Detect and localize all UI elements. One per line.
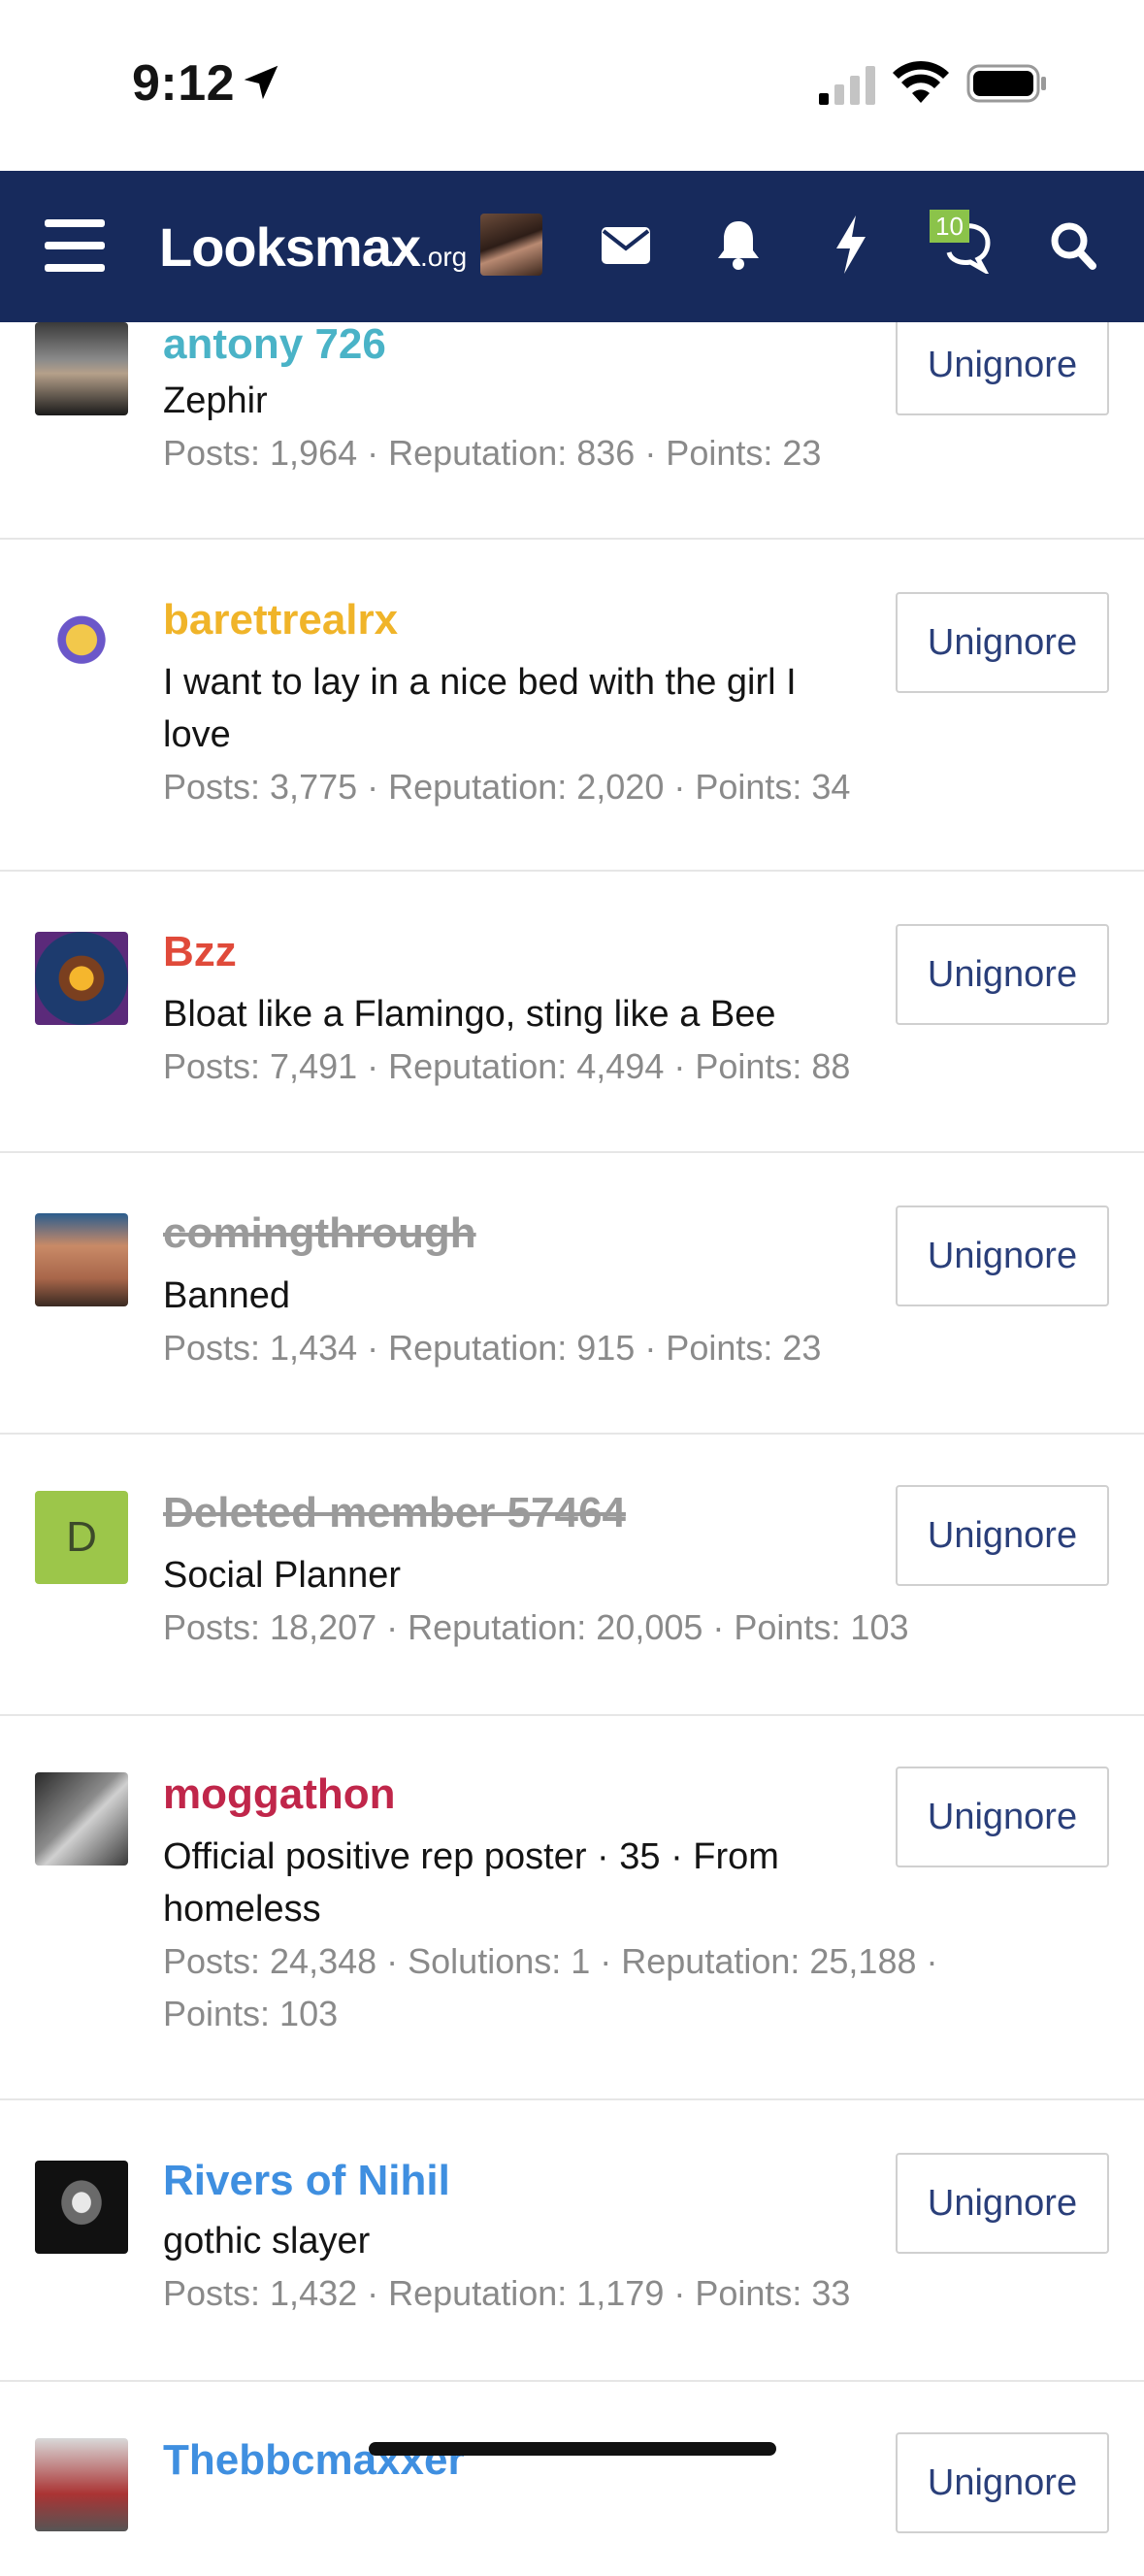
top-navigation-bar: Looksmax.org 10 [0,171,1144,322]
wifi-icon [893,60,949,103]
unignore-button[interactable]: Unignore [896,2432,1109,2533]
unignore-button[interactable]: Unignore [896,1485,1109,1586]
list-item: barettrealrx I want to lay in a nice bed… [0,540,1144,872]
user-title: Zephir [163,380,268,421]
user-stats: Posts: 1,964 · Reputation: 836 · Points:… [163,433,822,473]
user-title: Banned [163,1275,291,1316]
username-link[interactable]: Deleted member 57464 [163,1489,626,1537]
user-stats: Posts: 1,432 · Reputation: 1,179 · Point… [163,2273,851,2313]
user-stats: Posts: 7,491 · Reputation: 4,494 · Point… [163,1046,851,1086]
avatar[interactable] [35,598,128,691]
user-stats: Posts: 1,434 · Reputation: 915 · Points:… [163,1328,822,1368]
battery-icon [966,64,1046,103]
avatar[interactable] [35,2438,128,2531]
bolt-icon[interactable] [834,215,867,274]
bell-icon[interactable] [716,219,761,270]
user-stats: Posts: 24,348 · Solutions: 1 · Reputatio… [163,1941,938,2033]
avatar[interactable]: D [35,1491,128,1584]
location-arrow-icon [244,65,278,100]
user-title: Official positive rep poster · 35 · From… [163,1836,779,1930]
status-bar: 9:12 [0,0,1144,171]
username-link[interactable]: barettrealrx [163,596,398,644]
list-item: antony 726 Zephir Posts: 1,964 · Reputat… [0,291,1144,540]
list-item: Bzz Bloat like a Flamingo, sting like a … [0,872,1144,1153]
search-icon[interactable] [1050,221,1096,270]
unignore-button[interactable]: Unignore [896,1767,1109,1867]
username-link[interactable]: comingthrough [163,1209,476,1258]
avatar[interactable] [35,1213,128,1306]
avatar[interactable] [35,322,128,415]
username-link[interactable]: moggathon [163,1770,396,1819]
home-indicator [369,2442,776,2456]
menu-icon[interactable] [45,219,105,274]
unignore-button[interactable]: Unignore [896,1205,1109,1306]
username-link[interactable]: Bzz [163,928,237,976]
conversations-badge: 10 [930,210,969,243]
list-item: D Deleted member 57464 Social Planner Po… [0,1435,1144,1716]
user-title: I want to lay in a nice bed with the gir… [163,662,797,755]
unignore-button[interactable]: Unignore [896,592,1109,693]
avatar[interactable] [35,932,128,1025]
cellular-signal-icon [819,66,875,105]
username-link[interactable]: antony 726 [163,320,386,369]
status-time: 9:12 [132,55,236,112]
user-stats: Posts: 3,775 · Reputation: 2,020 · Point… [163,767,851,807]
list-item: Thebbcmaxxer Unignore [0,2382,1144,2576]
user-stats: Posts: 18,207 · Reputation: 20,005 · Poi… [163,1607,909,1647]
list-item: moggathon Official positive rep poster ·… [0,1716,1144,2100]
avatar[interactable] [35,1772,128,1866]
envelope-icon[interactable] [602,225,650,266]
unignore-button[interactable]: Unignore [896,2153,1109,2254]
unignore-button[interactable]: Unignore [896,314,1109,415]
avatar[interactable] [35,2161,128,2254]
username-link[interactable]: Rivers of Nihil [163,2157,450,2205]
list-item: comingthrough Banned Posts: 1,434 · Repu… [0,1153,1144,1435]
user-avatar[interactable] [480,214,542,276]
logo-main: Looksmax [159,216,421,278]
user-title: gothic slayer [163,2221,371,2262]
user-title: Bloat like a Flamingo, sting like a Bee [163,994,776,1035]
unignore-button[interactable]: Unignore [896,924,1109,1025]
logo-tld: .org [420,242,468,272]
site-logo[interactable]: Looksmax.org [159,215,467,279]
user-title: Social Planner [163,1555,402,1596]
list-item: Rivers of Nihil gothic slayer Posts: 1,4… [0,2100,1144,2382]
